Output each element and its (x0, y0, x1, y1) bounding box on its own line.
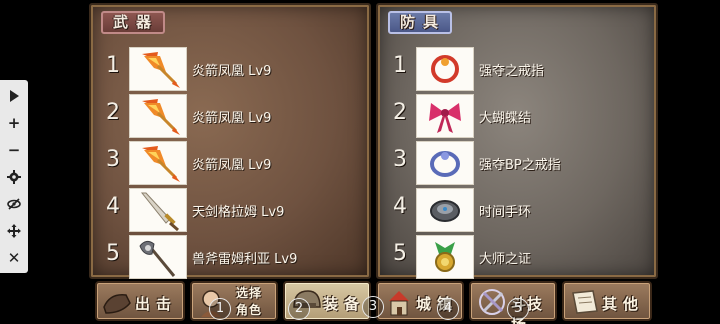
item-name: 大蝴蝶结 (479, 111, 532, 126)
tab-armor[interactable]: 防具 (388, 11, 452, 34)
medal-icon (416, 235, 474, 279)
badge-1: 1 (209, 298, 231, 320)
item-name: 大师之证 (479, 252, 532, 267)
list-item[interactable]: 2 大蝴蝶结 (378, 94, 656, 138)
item-name: 强夺之戒指 (479, 64, 545, 79)
rank-number: 3 (393, 147, 407, 172)
rank-number: 2 (106, 100, 120, 125)
move-icon[interactable] (2, 219, 26, 243)
list-item[interactable]: 5 大师之证 (378, 235, 656, 279)
select-label-line1: 选择 (236, 286, 263, 300)
select-label-line2: 角色 (236, 303, 263, 317)
badge-2: 2 (288, 298, 310, 320)
select-character-label: 选择 角色 (236, 285, 272, 319)
bracelet-icon (416, 188, 474, 232)
fire-arrow-icon (129, 141, 187, 185)
armor-panel: 防具 1 强夺之戒指 2 大蝴蝶结 3 强夺BP之戒指 4 时间手环 5 大师之… (376, 3, 658, 279)
list-item[interactable]: 2 炎箭凤凰 Lv9 (91, 94, 369, 138)
item-name: 炎箭凤凰 Lv9 (192, 111, 272, 126)
minus-icon[interactable]: − (2, 138, 26, 162)
rank-number: 5 (393, 241, 407, 266)
weapons-panel: 武器 1 炎箭凤凰 Lv9 2 炎箭凤凰 Lv9 3 炎箭凤凰 Lv9 4 天剑… (89, 3, 371, 279)
boot-icon (103, 294, 131, 314)
list-item[interactable]: 4 时间手环 (378, 188, 656, 232)
rank-number: 3 (106, 147, 120, 172)
badge-4: 4 (437, 298, 459, 320)
item-name: 时间手环 (479, 205, 532, 220)
rank-number: 4 (106, 194, 120, 219)
item-name: 天剑格拉姆 Lv9 (192, 205, 285, 220)
floating-toolbar: + − ✕ (0, 80, 28, 273)
rank-number: 4 (393, 194, 407, 219)
rank-number: 1 (106, 53, 120, 78)
rank-number: 1 (393, 53, 407, 78)
bp-ring-icon (416, 141, 474, 185)
swords-icon (479, 289, 505, 315)
equip-label: 装备 (323, 295, 366, 313)
play-icon[interactable] (2, 84, 26, 108)
sword-icon (129, 188, 187, 232)
ring-icon (416, 47, 474, 91)
list-item[interactable]: 3 炎箭凤凰 Lv9 (91, 141, 369, 185)
list-item[interactable]: 4 天剑格拉姆 Lv9 (91, 188, 369, 232)
badge-3: 3 (362, 296, 384, 318)
fire-arrow-icon (129, 94, 187, 138)
town-icon (389, 291, 409, 316)
select-character-button[interactable]: 选择 角色 (190, 281, 278, 321)
list-item[interactable]: 5 兽斧雷姆利亚 Lv9 (91, 235, 369, 279)
badge-5: 5 (507, 298, 529, 320)
item-name: 强夺BP之戒指 (479, 158, 561, 173)
other-label: 其他 (602, 295, 645, 313)
close-icon[interactable]: ✕ (2, 246, 26, 270)
item-name: 炎箭凤凰 Lv9 (192, 158, 272, 173)
list-item[interactable]: 1 强夺之戒指 (378, 47, 656, 91)
plus-icon[interactable]: + (2, 111, 26, 135)
scroll-icon (572, 290, 598, 314)
item-name: 兽斧雷姆利亚 Lv9 (192, 252, 298, 267)
ribbon-icon (416, 94, 474, 138)
tab-weapons[interactable]: 武器 (101, 11, 165, 34)
item-name: 炎箭凤凰 Lv9 (192, 64, 272, 79)
rank-number: 2 (393, 100, 407, 125)
eye-off-icon[interactable] (2, 192, 26, 216)
axe-icon (129, 235, 187, 279)
rank-number: 5 (106, 241, 120, 266)
sortie-button[interactable]: 出击 (95, 281, 185, 321)
list-item[interactable]: 3 强夺BP之戒指 (378, 141, 656, 185)
sortie-label: 出击 (135, 295, 178, 313)
other-button[interactable]: 其他 (562, 281, 652, 321)
gear-icon[interactable] (2, 165, 26, 189)
fire-arrow-icon (129, 47, 187, 91)
list-item[interactable]: 1 炎箭凤凰 Lv9 (91, 47, 369, 91)
